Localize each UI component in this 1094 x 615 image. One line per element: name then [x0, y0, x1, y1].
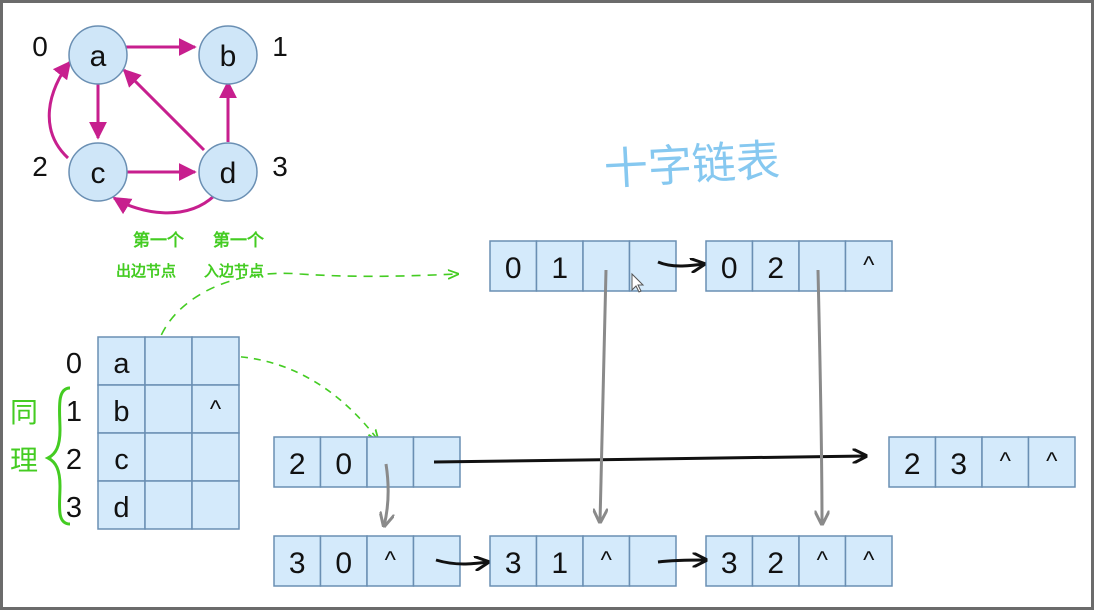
page-frame: [0, 0, 1094, 610]
stage: a 0 b 1 c 2 d 3 十字链表 第一个 出边节点 第一个 入边节点 同…: [0, 0, 1094, 610]
